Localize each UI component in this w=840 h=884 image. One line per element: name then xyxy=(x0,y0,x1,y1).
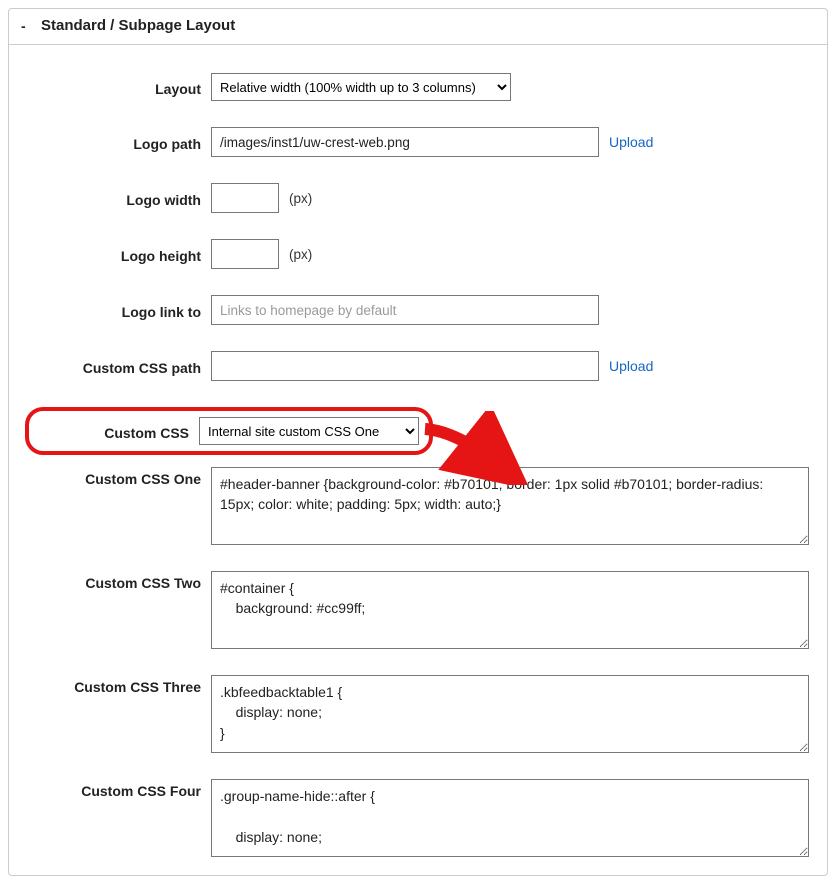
row-logo-link: Logo link to xyxy=(9,295,827,325)
row-logo-width: Logo width (px) xyxy=(9,183,827,213)
layout-select[interactable]: Relative width (100% width up to 3 colum… xyxy=(211,73,511,101)
label-logo-path: Logo path xyxy=(25,132,201,152)
label-layout: Layout xyxy=(25,77,201,97)
label-css-four: Custom CSS Four xyxy=(25,779,201,799)
label-custom-css: Custom CSS xyxy=(29,421,189,441)
label-logo-height: Logo height xyxy=(25,244,201,264)
panel-title: Standard / Subpage Layout xyxy=(41,17,235,34)
row-custom-css: Custom CSS Internal site custom CSS One xyxy=(9,407,459,455)
logo-path-upload-link[interactable]: Upload xyxy=(609,134,653,150)
row-css-one: Custom CSS One xyxy=(9,467,827,545)
highlight-annotation: Custom CSS Internal site custom CSS One xyxy=(25,407,433,455)
row-layout: Layout Relative width (100% width up to … xyxy=(9,73,827,101)
logo-width-suffix: (px) xyxy=(289,191,312,206)
logo-path-input[interactable] xyxy=(211,127,599,157)
css-one-textarea[interactable] xyxy=(211,467,809,545)
css-two-textarea[interactable] xyxy=(211,571,809,649)
row-logo-path: Logo path Upload xyxy=(9,127,827,157)
logo-height-suffix: (px) xyxy=(289,247,312,262)
row-css-two: Custom CSS Two xyxy=(9,571,827,649)
label-logo-width: Logo width xyxy=(25,188,201,208)
label-css-two: Custom CSS Two xyxy=(25,571,201,591)
label-css-path: Custom CSS path xyxy=(25,356,201,376)
css-four-textarea[interactable] xyxy=(211,779,809,857)
row-css-four: Custom CSS Four xyxy=(9,779,827,857)
css-three-textarea[interactable] xyxy=(211,675,809,753)
settings-panel: - Standard / Subpage Layout Layout Relat… xyxy=(8,8,828,876)
collapse-toggle-icon[interactable]: - xyxy=(21,18,31,34)
logo-height-input[interactable] xyxy=(211,239,279,269)
logo-width-input[interactable] xyxy=(211,183,279,213)
row-css-path: Custom CSS path Upload xyxy=(9,351,827,381)
custom-css-select[interactable]: Internal site custom CSS One xyxy=(199,417,419,445)
logo-link-input[interactable] xyxy=(211,295,599,325)
css-path-input[interactable] xyxy=(211,351,599,381)
label-logo-link: Logo link to xyxy=(25,300,201,320)
label-css-one: Custom CSS One xyxy=(25,467,201,487)
label-css-three: Custom CSS Three xyxy=(25,675,201,695)
panel-header: - Standard / Subpage Layout xyxy=(9,9,827,45)
row-logo-height: Logo height (px) xyxy=(9,239,827,269)
css-path-upload-link[interactable]: Upload xyxy=(609,358,653,374)
row-css-three: Custom CSS Three xyxy=(9,675,827,753)
